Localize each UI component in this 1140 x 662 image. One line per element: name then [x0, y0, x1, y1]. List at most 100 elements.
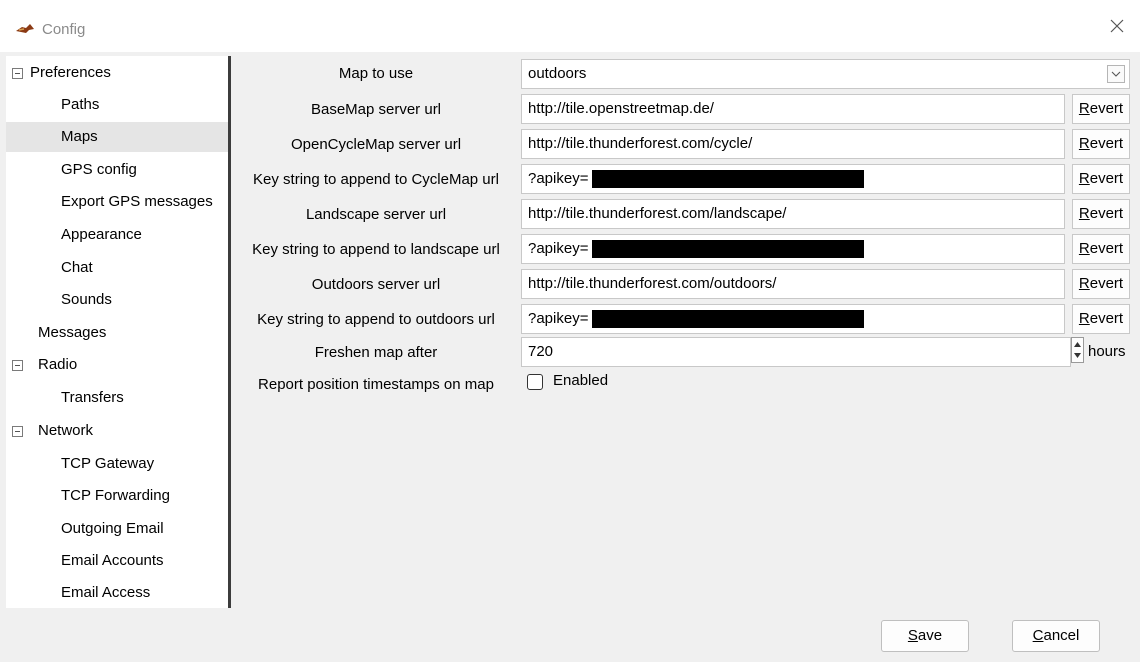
tree-item-export-gps-messages[interactable]: Export GPS messages [6, 187, 228, 217]
tree-item-label: Email Access [61, 584, 151, 601]
collapse-icon[interactable] [12, 426, 23, 437]
tree-item-transfers[interactable]: Transfers [6, 383, 228, 413]
outdoors-url-value: http://tile.thunderforest.com/outdoors/ [528, 275, 777, 292]
tree-item-label: Messages [38, 324, 107, 341]
tree-item-messages[interactable]: Messages [6, 318, 228, 348]
revert-mnemonic: R [1078, 135, 1090, 152]
opencyclemap-url-input[interactable]: http://tile.thunderforest.com/cycle/ [521, 129, 1065, 159]
opencyclemap-url-label: OpenCycleMap server url [290, 136, 462, 153]
tree-item-email-accounts[interactable]: Email Accounts [6, 546, 228, 576]
tree-item-label: Chat [61, 259, 93, 276]
cancel-mnemonic: C [1032, 627, 1044, 644]
map-to-use-value: outdoors [528, 65, 587, 82]
tree-item-radio[interactable]: Radio [6, 350, 228, 380]
map-to-use-select[interactable]: outdoors [521, 59, 1130, 89]
tree-item-network[interactable]: Network [6, 416, 228, 446]
tree-item-appearance[interactable]: Appearance [6, 220, 228, 250]
revert-rest: evert [1089, 205, 1124, 222]
outdoors-key-input[interactable]: ?apikey= [521, 304, 1065, 334]
tree-item-maps[interactable]: Maps [6, 122, 228, 152]
tree-item-tcp-gateway[interactable]: TCP Gateway [6, 449, 228, 479]
app-logo-icon [14, 22, 36, 36]
collapse-icon[interactable] [12, 360, 23, 371]
freshen-label: Freshen map after [314, 344, 438, 361]
tree-item-sounds[interactable]: Sounds [6, 285, 228, 315]
tree-item-preferences[interactable]: Preferences [6, 58, 228, 88]
cyclemap-key-label: Key string to append to CycleMap url [253, 171, 499, 188]
spin-arrows-icon[interactable] [1071, 337, 1084, 363]
revert-rest: evert [1089, 275, 1124, 292]
cancel-button[interactable]: Cancel [1012, 620, 1100, 652]
landscape-url-input[interactable]: http://tile.thunderforest.com/landscape/ [521, 199, 1065, 229]
outdoors-revert-button[interactable]: Revert [1072, 269, 1130, 299]
landscape-key-revert-button[interactable]: Revert [1072, 234, 1130, 264]
tree-item-tcp-forwarding[interactable]: TCP Forwarding [6, 481, 228, 511]
tree-item-label: Preferences [30, 64, 111, 81]
freshen-spinbox[interactable]: 720 [521, 337, 1071, 367]
map-to-use-label: Map to use [338, 65, 414, 82]
close-button[interactable] [1094, 0, 1140, 52]
tree-item-label: Network [38, 422, 94, 439]
save-button[interactable]: Save [881, 620, 969, 652]
timestamps-label: Report position timestamps on map [258, 376, 494, 393]
window-title: Config [42, 21, 86, 38]
timestamps-checkbox[interactable] [527, 374, 543, 390]
basemap-revert-button[interactable]: Revert [1072, 94, 1130, 124]
revert-mnemonic: R [1078, 100, 1090, 117]
cancel-rest: ancel [1043, 627, 1080, 644]
timestamps-checkbox-label[interactable]: Enabled [553, 372, 608, 389]
basemap-url-label: BaseMap server url [310, 101, 442, 118]
tree-item-label: Maps [61, 128, 98, 145]
tree-item-label: Sounds [61, 291, 112, 308]
tree-item-email-access[interactable]: Email Access [6, 578, 228, 608]
landscape-url-label: Landscape server url [305, 206, 447, 223]
cyclemap-key-value: ?apikey= [528, 170, 589, 187]
opencyclemap-revert-button[interactable]: Revert [1072, 129, 1130, 159]
tree-item-label: Outgoing Email [61, 520, 164, 537]
tree-item-outgoing-email[interactable]: Outgoing Email [6, 514, 228, 544]
revert-mnemonic: R [1078, 240, 1090, 257]
revert-mnemonic: R [1078, 275, 1090, 292]
outdoors-url-label: Outdoors server url [311, 276, 441, 293]
cyclemap-key-input[interactable]: ?apikey= [521, 164, 1065, 194]
landscape-url-value: http://tile.thunderforest.com/landscape/ [528, 205, 787, 222]
revert-rest: evert [1089, 240, 1124, 257]
opencyclemap-url-value: http://tile.thunderforest.com/cycle/ [528, 135, 753, 152]
tree-item-chat[interactable]: Chat [6, 253, 228, 283]
close-icon [1110, 19, 1124, 33]
settings-tree: Preferences Paths Maps GPS config Export… [6, 56, 228, 608]
save-mnemonic: S [907, 627, 918, 644]
redaction-bar [592, 240, 864, 258]
tree-item-label: Transfers [61, 389, 124, 406]
outdoors-url-input[interactable]: http://tile.thunderforest.com/outdoors/ [521, 269, 1065, 299]
tree-item-label: Paths [61, 96, 100, 113]
outdoors-key-label: Key string to append to outdoors url [257, 311, 495, 328]
basemap-url-input[interactable]: http://tile.openstreetmap.de/ [521, 94, 1065, 124]
tree-item-label: TCP Gateway [61, 455, 155, 472]
landscape-key-label: Key string to append to landscape url [252, 241, 500, 258]
title-bar: Config [0, 0, 1140, 52]
chevron-down-icon[interactable] [1103, 60, 1129, 88]
landscape-revert-button[interactable]: Revert [1072, 199, 1130, 229]
outdoors-key-revert-button[interactable]: Revert [1072, 304, 1130, 334]
tree-item-label: GPS config [61, 161, 137, 178]
tree-item-label: Email Accounts [61, 552, 164, 569]
landscape-key-input[interactable]: ?apikey= [521, 234, 1065, 264]
tree-item-label: Appearance [61, 226, 142, 243]
tree-item-paths[interactable]: Paths [6, 90, 228, 120]
freshen-unit: hours [1088, 343, 1126, 360]
revert-rest: evert [1089, 135, 1124, 152]
maps-settings-panel: Map to use outdoors BaseMap server url h… [231, 56, 1134, 608]
collapse-icon[interactable] [12, 68, 23, 79]
redaction-bar [592, 170, 864, 188]
revert-mnemonic: R [1078, 170, 1090, 187]
save-rest: ave [917, 627, 943, 644]
redaction-bar [592, 310, 864, 328]
tree-item-gps-config[interactable]: GPS config [6, 155, 228, 185]
cyclemap-key-revert-button[interactable]: Revert [1072, 164, 1130, 194]
revert-mnemonic: R [1078, 310, 1090, 327]
revert-rest: evert [1089, 310, 1124, 327]
tree-item-label: Export GPS messages [61, 193, 213, 210]
landscape-key-value: ?apikey= [528, 240, 589, 257]
revert-rest: evert [1089, 170, 1124, 187]
